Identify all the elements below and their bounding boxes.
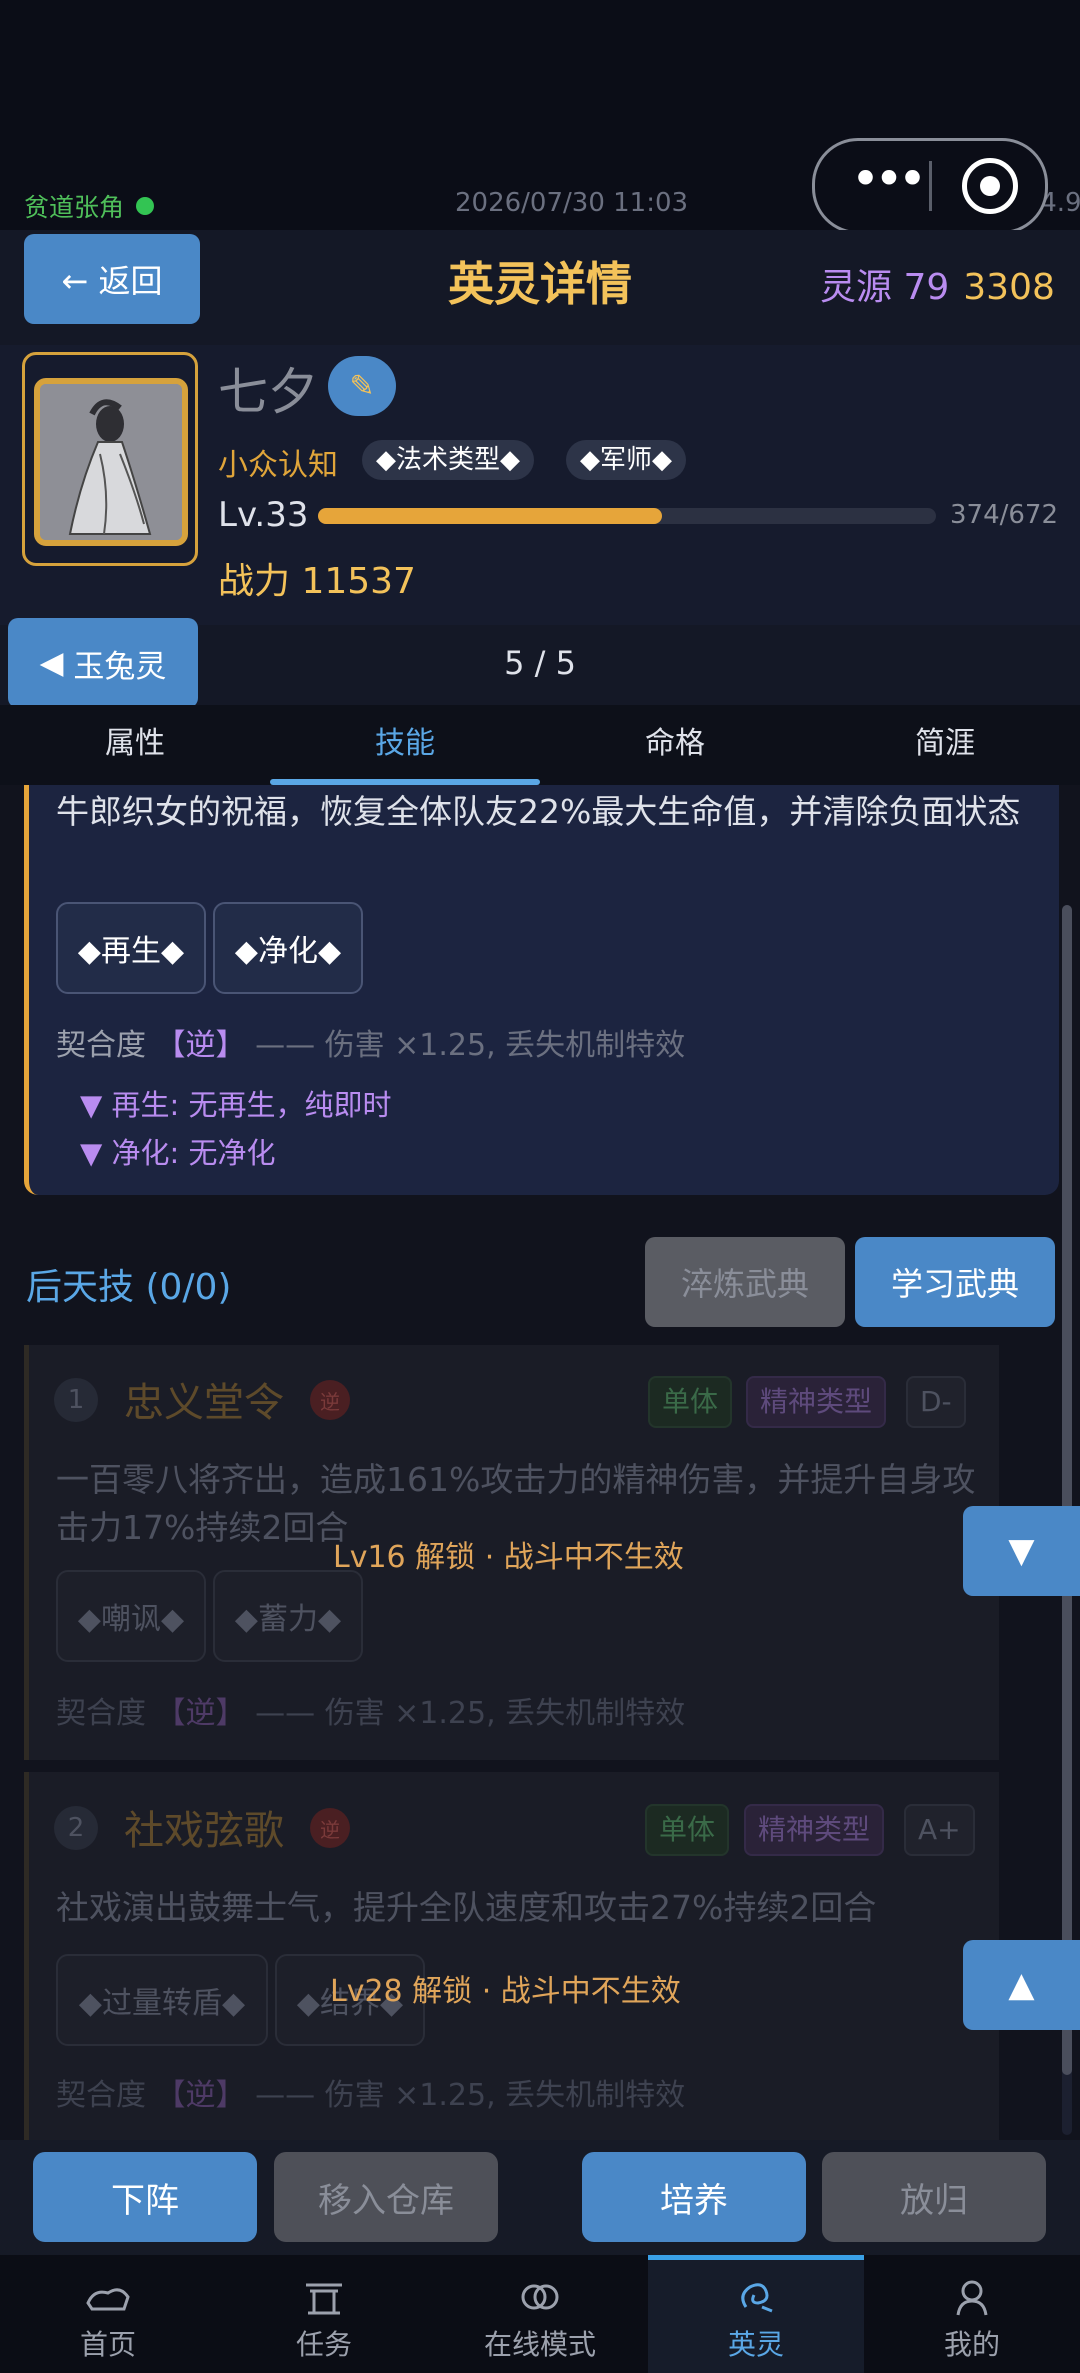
fit-line: 契合度 【逆】 —— 伤害 ×1.25, 丢失机制特效 [56, 1020, 685, 1064]
online-dot-icon [136, 197, 155, 215]
reverse-badge: 逆 [310, 1380, 350, 1420]
refine-manual-button[interactable]: 淬炼武典 [645, 1237, 845, 1327]
profile-icon [956, 2280, 988, 2316]
exp-bar-fill [318, 508, 662, 524]
fit-effect: —— 伤害 ×1.25, 丢失机制特效 [255, 2078, 686, 2113]
grade-badge: A+ [904, 1804, 975, 1856]
prev-spirit-label: 玉兔灵 [73, 648, 167, 685]
fit-effect: —— 伤害 ×1.25, 丢失机制特效 [255, 1028, 686, 1063]
hero-figure-icon [40, 384, 182, 540]
fit-label: 契合度 [56, 2078, 146, 2113]
unlock-hint: Lv16 解锁 · 战斗中不生效 [333, 1540, 684, 1575]
fit-label: 契合度 [56, 1696, 146, 1731]
fit-effect: —— 伤害 ×1.25, 丢失机制特效 [255, 1696, 686, 1731]
target-badge: 单体 [645, 1804, 730, 1856]
fit-note: ▼ 净化: 无净化 [80, 1136, 276, 1170]
type-badge: 精神类型 [744, 1804, 885, 1856]
train-button[interactable]: 培养 [582, 2152, 806, 2242]
fit-label: 契合度 [56, 1028, 146, 1063]
spirit-source-count: 灵源 79 [820, 267, 950, 308]
unassign-button[interactable]: 下阵 [33, 2152, 257, 2242]
fit-value: 【逆】 [155, 1028, 246, 1063]
grade-badge: D- [906, 1376, 966, 1428]
skill-name: 忠义堂令 [124, 1380, 284, 1426]
skill-effect-chip[interactable]: ◆净化◆ [213, 902, 363, 994]
prev-spirit-button[interactable]: ◀ 玉兔灵 [8, 618, 198, 708]
nav-home[interactable]: 首页 [0, 2255, 216, 2373]
close-target-icon[interactable] [962, 158, 1018, 214]
caret-left-icon: ◀ [39, 645, 64, 681]
detail-tabs: 属性 技能 命格 简涯 [0, 705, 1080, 785]
hero-portrait[interactable] [34, 378, 188, 546]
fame-tag: 小众认知 [218, 448, 338, 483]
learn-manual-button[interactable]: 学习武典 [855, 1237, 1055, 1327]
scrollbar-thumb[interactable] [1062, 905, 1072, 2075]
target-badge: 单体 [648, 1376, 733, 1428]
skill-description: 牛郎织女的祝福，恢复全体队友22%最大生命值，并清除负面状态 [56, 792, 1021, 831]
gate-icon [306, 2283, 342, 2315]
spirit-icon [741, 2283, 773, 2313]
skill-effect-chip: ◆嘲讽◆ [56, 1570, 206, 1662]
scroll-up-button[interactable]: ▲ [963, 1940, 1080, 2030]
pencil-icon: ✎ [349, 368, 375, 404]
exp-bar [318, 508, 936, 524]
type-tag: ◆法术类型◆ [362, 440, 534, 480]
fit-line: 契合度 【逆】 —— 伤害 ×1.25, 丢失机制特效 [56, 2070, 685, 2114]
rings-icon [521, 2284, 559, 2310]
more-dots-icon[interactable]: ••• [841, 154, 931, 209]
type-badge: 精神类型 [746, 1376, 887, 1428]
fit-line: 契合度 【逆】 —— 伤害 ×1.25, 丢失机制特效 [56, 1688, 685, 1732]
nav-label: 英灵 [727, 2328, 784, 2361]
nav-online-mode[interactable]: 在线模式 [432, 2255, 648, 2373]
skill-effect-chip: ◆过量转盾◆ [56, 1954, 268, 2046]
hero-name: 七夕 [218, 363, 318, 421]
role-tag: ◆军师◆ [566, 440, 686, 480]
capsule-divider [929, 161, 932, 211]
page-title: 英灵详情 [448, 257, 632, 311]
fit-note: ▼ 再生: 无再生，纯即时 [80, 1088, 392, 1122]
tab-attributes[interactable]: 属性 [0, 705, 270, 785]
online-user: 贫道张角 [24, 188, 155, 224]
hero-level: Lv.33 [218, 495, 309, 535]
nav-tasks[interactable]: 任务 [216, 2255, 432, 2373]
nav-label: 任务 [295, 2328, 352, 2361]
skill-number: 1 [54, 1378, 98, 1422]
nav-label: 我的 [943, 2328, 1000, 2361]
pager-count: 5 / 5 [504, 644, 576, 682]
skill-description: 社戏演出鼓舞士气，提升全队速度和攻击27%持续2回合 [56, 1888, 877, 1927]
acquired-skills-title: 后天技 (0/0) [26, 1267, 232, 1308]
gold-count: 3308 [963, 267, 1055, 308]
combat-power: 战力 11537 [218, 561, 416, 602]
miniapp-capsule[interactable]: ••• [812, 138, 1048, 234]
reverse-badge: 逆 [310, 1808, 350, 1848]
skill-name: 社戏弦歌 [124, 1808, 284, 1854]
skill-effect-chip: ◆蓄力◆ [213, 1570, 363, 1662]
skill-number: 2 [54, 1806, 98, 1850]
fit-value: 【逆】 [155, 1696, 246, 1731]
skill-effect-chip[interactable]: ◆再生◆ [56, 902, 206, 994]
release-button[interactable]: 放归 [822, 2152, 1046, 2242]
tab-skills[interactable]: 技能 [270, 705, 540, 785]
user-name: 贫道张角 [24, 193, 125, 222]
scroll-down-button[interactable]: ▼ [963, 1506, 1080, 1596]
tab-biography[interactable]: 简涯 [810, 705, 1080, 785]
nav-spirits[interactable]: 英灵 [648, 2255, 864, 2373]
unlock-hint: Lv28 解锁 · 战斗中不生效 [330, 1974, 681, 2009]
nav-profile[interactable]: 我的 [864, 2255, 1080, 2373]
back-button[interactable]: ← 返回 [24, 234, 200, 324]
move-to-storage-button[interactable]: 移入仓库 [274, 2152, 498, 2242]
currency-display: 灵源 79 3308 [820, 258, 1055, 310]
exp-text: 374/672 [950, 500, 1059, 530]
edit-name-button[interactable]: ✎ [328, 356, 396, 416]
home-icon [86, 2288, 130, 2311]
nav-label: 首页 [79, 2328, 136, 2361]
fit-value: 【逆】 [155, 2078, 246, 2113]
tab-destiny[interactable]: 命格 [540, 705, 810, 785]
nav-label: 在线模式 [483, 2328, 596, 2361]
server-datetime: 2026/07/30 11:03 [455, 188, 689, 218]
